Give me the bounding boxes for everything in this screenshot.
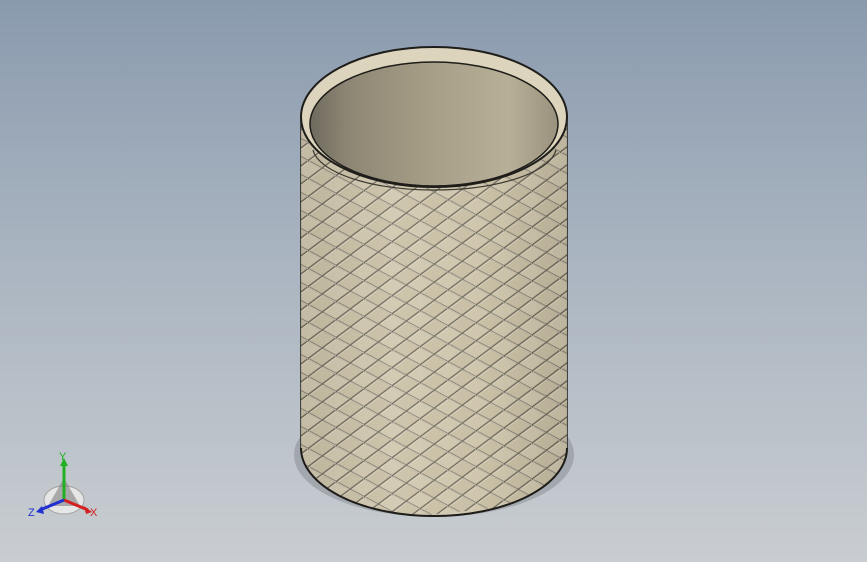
z-axis-label: Z [28, 507, 35, 519]
knurled-sleeve[interactable] [300, 46, 568, 530]
y-axis-label: Y [59, 451, 67, 463]
z-axis-arrow [36, 506, 44, 514]
x-axis-label: X [90, 507, 98, 519]
graphics-viewport[interactable]: Y X Z [0, 0, 867, 562]
sleeve-inner-bore[interactable] [309, 61, 559, 187]
axis-triad: Y X Z [28, 451, 98, 519]
3d-model-view[interactable] [0, 0, 867, 562]
